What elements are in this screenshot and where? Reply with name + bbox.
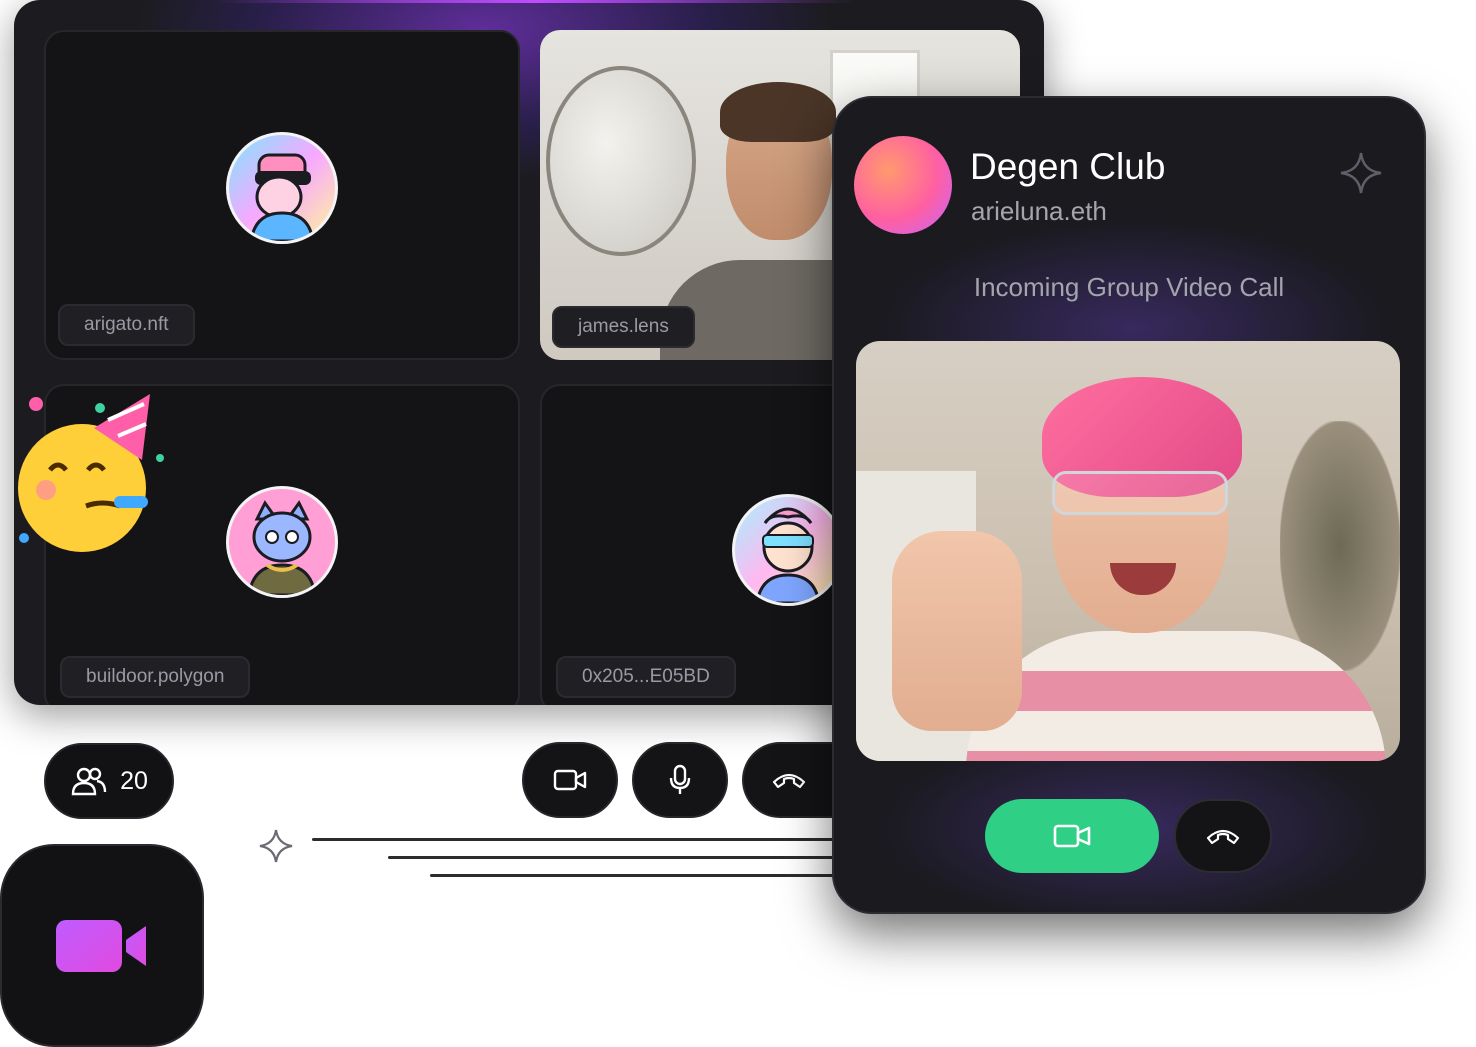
video-camera-icon: [553, 769, 587, 791]
background-plant: [1280, 421, 1400, 671]
group-avatar: [854, 136, 952, 234]
decline-call-button[interactable]: [1174, 799, 1272, 873]
participant-name: arigato.nft: [58, 304, 195, 346]
participant-name: 0x205...E05BD: [556, 656, 736, 698]
users-icon: [71, 767, 107, 796]
hang-up-button[interactable]: [742, 742, 834, 818]
avatar: [226, 132, 338, 244]
decorative-line: [312, 838, 852, 841]
caller-name: arieluna.eth: [971, 196, 1107, 226]
decorative-line: [388, 856, 848, 859]
sparkle-icon: [1340, 152, 1382, 194]
group-name: Degen Club: [970, 146, 1166, 187]
hang-up-icon: [772, 773, 806, 789]
app-icon[interactable]: [0, 844, 204, 1047]
participants-button[interactable]: 20: [44, 743, 174, 819]
participant-name: james.lens: [552, 306, 695, 348]
participant-count: 20: [120, 766, 148, 795]
accept-video-call-button[interactable]: [985, 799, 1159, 873]
caller-waving-hand: [892, 531, 1022, 731]
app-video-icon: [56, 919, 146, 972]
party-emoji: [18, 394, 164, 552]
decorative-line: [430, 874, 850, 877]
microphone-icon: [669, 764, 691, 794]
incoming-call-card: Degen Club arieluna.eth Incoming Group V…: [832, 96, 1426, 914]
nft-avatar-image: [755, 507, 821, 603]
caller-glasses: [1052, 471, 1228, 515]
background-mirror: [546, 66, 696, 256]
toggle-video-button[interactable]: [522, 742, 618, 818]
participant-tile[interactable]: arigato.nft: [44, 30, 520, 360]
call-status: Incoming Group Video Call: [973, 272, 1285, 302]
hang-up-icon: [1206, 829, 1240, 845]
video-camera-icon: [1053, 824, 1091, 848]
nft-avatar-image: [247, 500, 317, 595]
caller-video-preview: [856, 341, 1400, 761]
toggle-mic-button[interactable]: [632, 742, 728, 818]
participant-name: buildoor.polygon: [60, 656, 251, 698]
avatar: [226, 486, 338, 598]
window-top-accent: [214, 0, 854, 3]
nft-avatar-image: [249, 153, 315, 241]
sparkle-icon: [259, 829, 293, 863]
avatar: [732, 494, 844, 606]
